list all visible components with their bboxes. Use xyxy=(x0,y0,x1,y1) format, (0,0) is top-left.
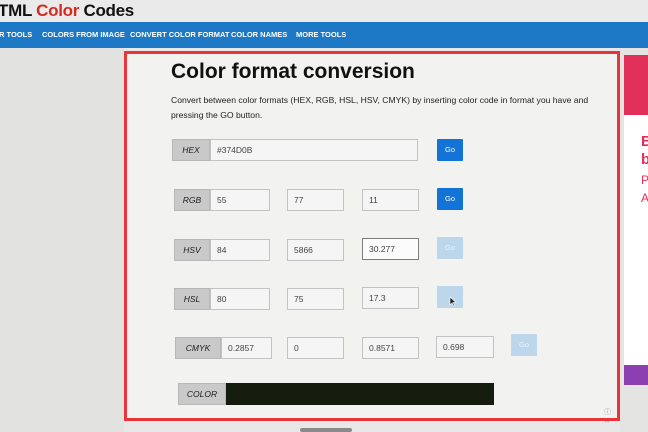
rgb-b-input[interactable]: 11 xyxy=(362,189,419,211)
ad-close-icon[interactable]: ⓘ ✕ xyxy=(604,407,618,425)
color-label: COLOR xyxy=(178,383,226,405)
nav-item-colors-from-image[interactable]: COLORS FROM IMAGE xyxy=(42,30,125,39)
main-navbar: R TOOLS COLORS FROM IMAGE CONVERT COLOR … xyxy=(0,22,648,48)
cmyk-y-input[interactable]: 0.8571 xyxy=(362,337,419,359)
nav-item-tools[interactable]: R TOOLS xyxy=(0,30,32,39)
hsv-s-input[interactable]: 5866 xyxy=(287,239,344,261)
side-advertisement[interactable]: B b P A xyxy=(624,55,648,385)
left-margin xyxy=(0,48,124,432)
cmyk-m-input[interactable]: 0 xyxy=(287,337,344,359)
ad-text-1: B xyxy=(641,133,648,150)
rgb-go-button[interactable]: Go xyxy=(437,188,463,210)
rgb-r-input[interactable]: 55 xyxy=(210,189,270,211)
color-preview-swatch xyxy=(226,383,494,405)
cmyk-label: CMYK xyxy=(175,337,221,359)
hsl-l-input[interactable]: 17.3 xyxy=(362,287,419,309)
converter-panel: Color format conversion Convert between … xyxy=(126,53,618,425)
site-logo[interactable]: TML Color Codes xyxy=(0,1,134,21)
hex-go-button[interactable]: Go xyxy=(437,139,463,161)
hsv-v-input[interactable]: 30.277 xyxy=(362,238,419,260)
page-title: Color format conversion xyxy=(171,60,415,83)
ad-text-3: P xyxy=(641,173,648,187)
page-description: Convert between color formats (HEX, RGB,… xyxy=(171,95,589,120)
cmyk-go-button[interactable]: Go xyxy=(511,334,537,356)
hsl-label: HSL xyxy=(174,288,210,310)
cmyk-k-input[interactable]: 0.698 xyxy=(436,336,494,358)
site-header: TML Color Codes xyxy=(0,0,648,22)
hsl-s-input[interactable]: 75 xyxy=(287,288,344,310)
logo-text-suffix: Codes xyxy=(79,1,134,20)
hsl-h-input[interactable]: 80 xyxy=(210,288,270,310)
mouse-pointer-icon xyxy=(449,296,457,307)
ad-banner-band xyxy=(624,55,648,115)
monitor-edge xyxy=(300,428,352,432)
hsv-go-button[interactable]: Go xyxy=(437,237,463,259)
rgb-label: RGB xyxy=(174,189,210,211)
ad-text-4: A xyxy=(641,191,648,205)
nav-item-more-tools[interactable]: MORE TOOLS xyxy=(296,30,346,39)
hsv-h-input[interactable]: 84 xyxy=(210,239,270,261)
ad-footer-band xyxy=(624,365,648,385)
nav-item-color-names[interactable]: COLOR NAMES xyxy=(231,30,287,39)
logo-text-prefix: TML xyxy=(0,1,37,20)
hsv-label: HSV xyxy=(174,239,210,261)
hex-input[interactable]: #374D0B xyxy=(210,139,418,161)
cmyk-c-input[interactable]: 0.2857 xyxy=(221,337,272,359)
rgb-g-input[interactable]: 77 xyxy=(287,189,344,211)
hex-label: HEX xyxy=(172,139,210,161)
logo-text-color: Color xyxy=(36,1,80,20)
nav-item-convert-color-format[interactable]: CONVERT COLOR FORMAT xyxy=(130,30,229,39)
ad-text-2: b xyxy=(641,151,648,168)
